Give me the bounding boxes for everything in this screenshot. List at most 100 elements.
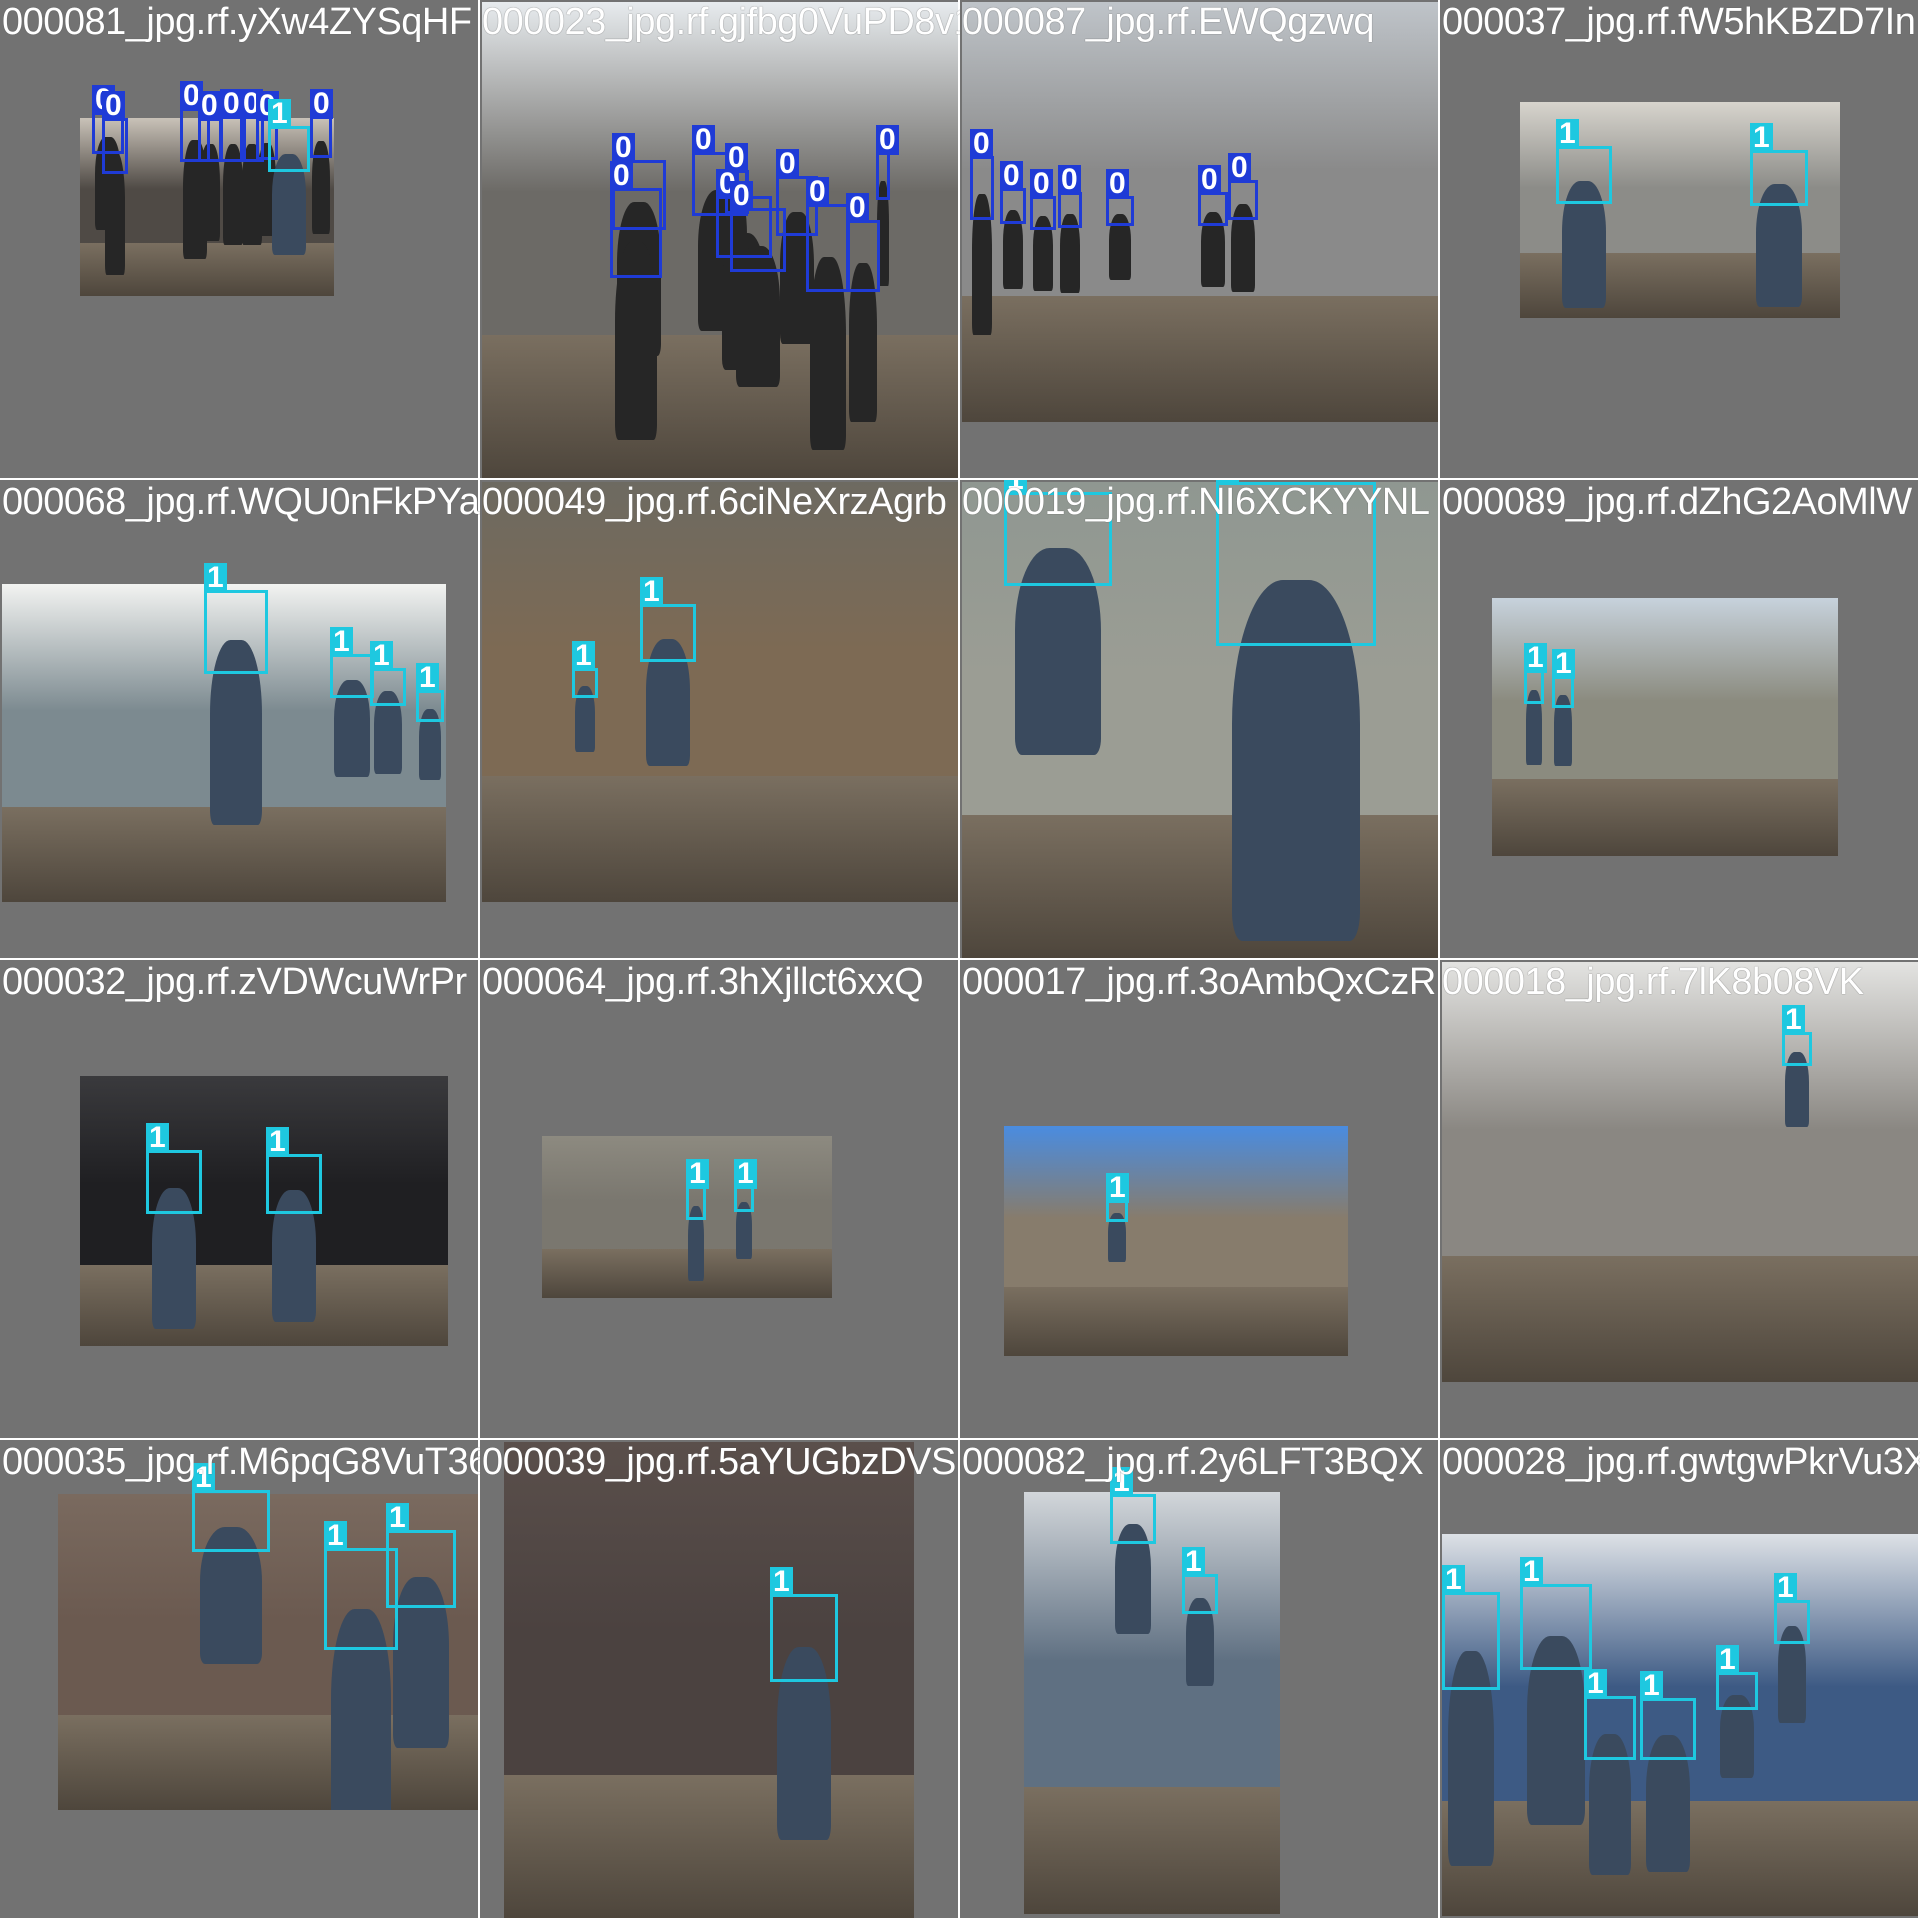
class-label: 1 [324, 1521, 347, 1551]
tile-filename: 000023_jpg.rf.gjfbg0VuPD8v1Zv [482, 1, 960, 43]
mosaic-tile: 1 1 000037_jpg.rf.fW5hKBZD7In [1440, 0, 1920, 480]
class-label: 1 [1556, 119, 1579, 149]
tile-viewport: 1 1 1 000035_jpg.rf.M6pqG8VuT36 [0, 1440, 480, 1920]
helmet-detection-box: 1 [386, 1503, 456, 1608]
tile-photo [1492, 598, 1838, 856]
class-label: 1 [770, 1567, 793, 1597]
class-label: 1 [1442, 1565, 1465, 1595]
head-detection-box: 0 [1198, 165, 1228, 226]
mosaic-tile: 1 000017_jpg.rf.3oAmbQxCzR [960, 960, 1440, 1440]
tile-photo [1004, 1126, 1348, 1356]
class-label: 1 [370, 641, 393, 671]
tile-filename: 000035_jpg.rf.M6pqG8VuT36 [2, 1441, 480, 1483]
class-label: 0 [776, 149, 799, 179]
helmet-detection-box: 1 [1716, 1645, 1758, 1710]
tile-viewport: 0000000000000023_jpg.rf.gjfbg0VuPD8v1Zv [480, 0, 960, 480]
tile-filename: 000039_jpg.rf.5aYUGbzDVS [482, 1441, 956, 1483]
photo-background [80, 1076, 448, 1184]
helmet-detection-box: 1 [1520, 1557, 1592, 1670]
tile-filename: 000082_jpg.rf.2y6LFT3BQX [962, 1441, 1424, 1483]
tile-viewport: 1 000017_jpg.rf.3oAmbQxCzR [960, 960, 1440, 1440]
class-label: 1 [1584, 1669, 1607, 1699]
class-label: 0 [198, 91, 221, 121]
class-label: 1 [686, 1159, 709, 1189]
class-label: 0 [102, 91, 125, 121]
photo-ground [1492, 778, 1838, 856]
tile-photo [1024, 1492, 1280, 1914]
head-detection-box: 0 [1000, 161, 1026, 224]
helmet-detection-box: 1 [204, 563, 268, 674]
tile-filename: 000019_jpg.rf.NI6XCKYYNL [962, 481, 1430, 523]
photo-ground [542, 1249, 832, 1298]
head-detection-box: 0 [1030, 169, 1056, 230]
photo-ground [1442, 1256, 1918, 1382]
photo-ground [962, 296, 1438, 422]
class-label: 1 [416, 663, 439, 693]
helmet-detection-box: 1 [192, 1463, 270, 1552]
mosaic-tile: 1 000018_jpg.rf.7lK8b08VK [1440, 960, 1920, 1440]
photo-ground [482, 335, 958, 478]
mosaic-tile: 0000000000000023_jpg.rf.gjfbg0VuPD8v1Zv [480, 0, 960, 480]
tile-filename: 000017_jpg.rf.3oAmbQxCzR [962, 961, 1436, 1003]
helmet-detection-box: 1 [572, 641, 598, 698]
helmet-detection-box: 1 [734, 1159, 757, 1212]
class-label: 1 [1520, 1557, 1543, 1587]
class-label: 0 [846, 193, 869, 223]
mosaic-tile: 1 1 000082_jpg.rf.2y6LFT3BQX [960, 1440, 1440, 1920]
head-detection-box: 0 [198, 91, 222, 162]
mosaic-tile: 1 1 000089_jpg.rf.dZhG2AoMlW [1440, 480, 1920, 960]
class-label: 1 [572, 641, 595, 671]
tile-viewport: 1 1 000064_jpg.rf.3hXjllct6xxQ [480, 960, 960, 1440]
tile-photo [1442, 962, 1918, 1382]
class-label: 1 [1750, 123, 1773, 153]
helmet-detection-box: 1 [770, 1567, 838, 1682]
helmet-detection-box: 1 [686, 1159, 709, 1220]
helmet-detection-box: 1 [1552, 649, 1575, 708]
helmet-detection-box: 1 [1556, 119, 1612, 204]
class-label: 1 [1552, 649, 1575, 679]
class-label: 1 [268, 99, 291, 129]
class-label: 1 [1640, 1671, 1663, 1701]
tile-filename: 000081_jpg.rf.yXw4ZYSqHF [2, 1, 472, 43]
tile-filename: 000018_jpg.rf.7lK8b08VK [1442, 961, 1864, 1003]
tile-viewport: 0 0 0 0 0 0 0 000087_jpg.rf.EWQgzwq [960, 0, 1440, 480]
photo-ground [482, 776, 958, 902]
class-label: 1 [1106, 1173, 1129, 1203]
helmet-detection-box: 1 [1584, 1669, 1636, 1760]
tile-viewport: 1 1 000037_jpg.rf.fW5hKBZD7In [1440, 0, 1920, 480]
tile-filename: 000028_jpg.rf.gwtgwPkrVu3X [1442, 1441, 1920, 1483]
class-label: 0 [692, 125, 715, 155]
class-label: 0 [1228, 153, 1251, 183]
mosaic-tile: 1 1 1 000035_jpg.rf.M6pqG8VuT36 [0, 1440, 480, 1920]
class-label: 1 [734, 1159, 757, 1189]
tile-filename: 000068_jpg.rf.WQU0nFkPYa [2, 481, 480, 523]
tile-viewport: 11000019_jpg.rf.NI6XCKYYNL [960, 480, 1440, 960]
tile-filename: 000049_jpg.rf.6ciNeXrzAgrb [482, 481, 947, 523]
helmet-detection-box: 1 [1110, 1467, 1156, 1544]
photo-background [1442, 1534, 1918, 1687]
tile-viewport: 1 1 000032_jpg.rf.zVDWcuWrPr [0, 960, 480, 1440]
photo-ground [504, 1775, 914, 1918]
helmet-detection-box: 1 [1442, 1565, 1500, 1690]
head-detection-box: 0 [310, 89, 333, 158]
class-label: 1 [386, 1503, 409, 1533]
class-label: 0 [730, 181, 753, 211]
helmet-detection-box: 1 [1782, 1005, 1812, 1066]
mosaic-tile: 1 1 000064_jpg.rf.3hXjllct6xxQ [480, 960, 960, 1440]
tile-filename: 000087_jpg.rf.EWQgzwq [962, 1, 1374, 43]
head-detection-box: 0 [610, 161, 662, 278]
helmet-detection-box: 1 [1524, 643, 1547, 704]
mosaic-tile: 1 1 000032_jpg.rf.zVDWcuWrPr [0, 960, 480, 1440]
class-label: 0 [1000, 161, 1023, 191]
tile-filename: 000032_jpg.rf.zVDWcuWrPr [2, 961, 467, 1003]
helmet-detection-box: 1 [1750, 123, 1808, 206]
tile-photo [504, 1442, 914, 1918]
class-label: 1 [204, 563, 227, 593]
mosaic-tile: 1 1 1 1 1 1 000028_jpg.rf.gwtgwPkrVu3X [1440, 1440, 1920, 1920]
class-label: 0 [970, 129, 993, 159]
mosaic-tile: 1 1 000049_jpg.rf.6ciNeXrzAgrb [480, 480, 960, 960]
helmet-detection-box: 1 [330, 627, 374, 698]
tile-filename: 000037_jpg.rf.fW5hKBZD7In [1442, 1, 1916, 43]
tile-viewport: 1 000018_jpg.rf.7lK8b08VK [1440, 960, 1920, 1440]
head-detection-box: 0 [1106, 169, 1134, 226]
